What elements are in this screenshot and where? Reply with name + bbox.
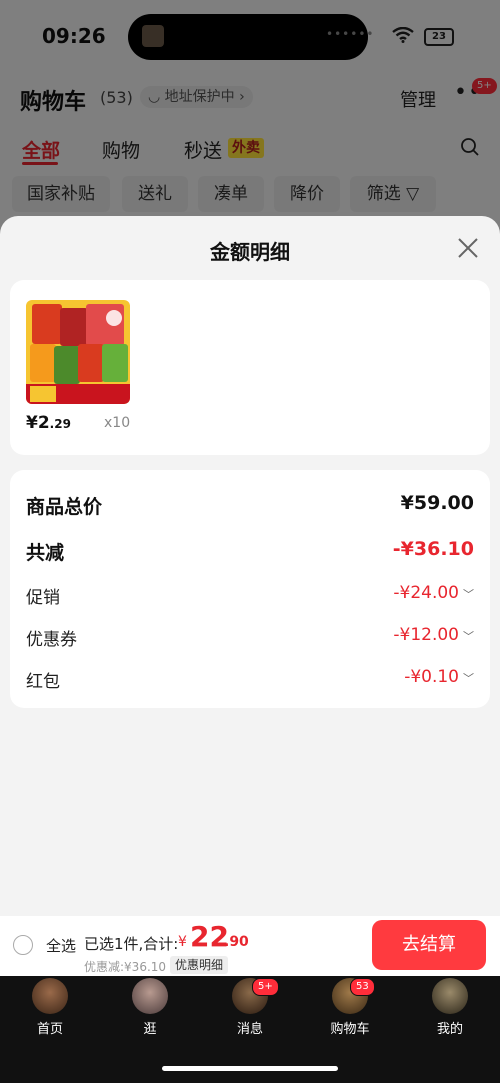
coupon-row[interactable]: -¥12.00 ﹀	[393, 625, 474, 645]
chevron-down-icon: ﹀	[463, 630, 474, 643]
product-quantity: x10	[104, 415, 131, 431]
select-all-label[interactable]: 全选	[46, 935, 76, 956]
tab-cart-label: 购物车	[330, 1022, 370, 1037]
total-discount-value: -¥36.10	[392, 538, 474, 560]
tab-cart[interactable]: 53 购物车	[300, 976, 400, 1037]
me-avatar-icon	[432, 978, 468, 1014]
total-price-label: 商品总价	[26, 496, 103, 518]
home-indicator[interactable]	[162, 1066, 338, 1071]
discount-summary: 优惠减:¥36.10	[84, 960, 167, 974]
checkout-button[interactable]: 去结算	[372, 920, 486, 970]
tab-home-label: 首页	[36, 1022, 63, 1037]
selected-summary: 已选1件,合计:	[84, 935, 179, 953]
total-decimal: .90	[224, 934, 249, 950]
chevron-down-icon: ﹀	[463, 588, 474, 601]
cart-badge: 53	[350, 978, 375, 996]
product-price: ¥2.29	[26, 413, 71, 433]
tab-messages[interactable]: 5+ 消息	[200, 976, 300, 1037]
tab-home[interactable]: 首页	[0, 976, 100, 1037]
close-icon[interactable]	[456, 236, 480, 260]
total-discount-label: 共减	[26, 542, 65, 564]
promotion-value: -¥24.00	[393, 583, 459, 603]
red-packet-row[interactable]: -¥0.10 ﹀	[404, 667, 474, 687]
browse-avatar-icon	[132, 978, 168, 1014]
promotion-row[interactable]: -¥24.00 ﹀	[393, 583, 474, 603]
price-decimal: .29	[49, 417, 71, 431]
coupon-label: 优惠券	[26, 630, 77, 650]
select-all-checkbox[interactable]	[13, 935, 33, 955]
price-int: ¥2	[26, 413, 50, 433]
messages-badge: 5+	[252, 978, 279, 996]
sheet-title: 金额明细	[210, 240, 290, 264]
tab-browse[interactable]: 逛	[100, 976, 200, 1037]
chevron-down-icon: ﹀	[463, 672, 474, 685]
total-currency: ¥	[178, 934, 187, 950]
tab-me[interactable]: 我的	[400, 976, 500, 1037]
total-price-value: ¥59.00	[400, 492, 474, 514]
discount-detail-button[interactable]: 优惠明细	[170, 956, 229, 974]
red-packet-label: 红包	[26, 672, 60, 692]
tab-messages-label: 消息	[236, 1022, 263, 1037]
overlay-scrim[interactable]	[0, 0, 500, 230]
promotion-label: 促销	[26, 588, 60, 608]
tab-browse-label: 逛	[143, 1022, 157, 1037]
red-packet-value: -¥0.10	[404, 667, 459, 687]
product-image[interactable]	[26, 300, 130, 404]
home-avatar-icon	[32, 978, 68, 1014]
coupon-value: -¥12.00	[393, 625, 459, 645]
tab-me-label: 我的	[436, 1022, 463, 1037]
